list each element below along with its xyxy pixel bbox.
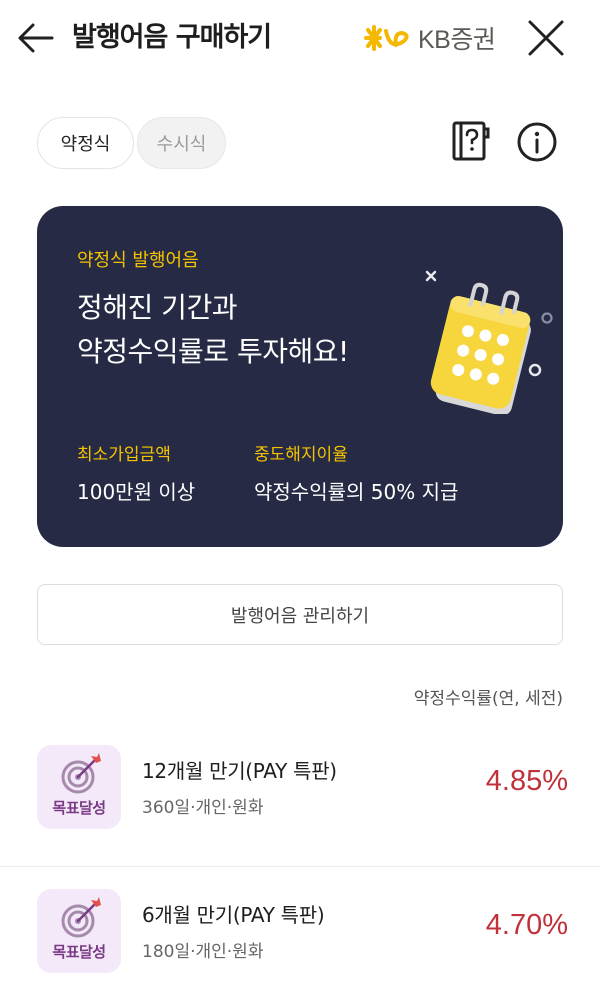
goal-badge: 목표달성: [37, 889, 121, 973]
product-meta: 180일·개인·원화: [142, 942, 264, 962]
manage-notes-button[interactable]: 발행어음 관리하기: [37, 584, 563, 645]
glossary-button[interactable]: [450, 119, 492, 163]
close-icon: [528, 20, 564, 56]
kb-star-icon: [364, 25, 409, 51]
header: 발행어음 구매하기 KB증권: [0, 0, 600, 80]
product-row-6m[interactable]: 목표달성 6개월 만기(PAY 특판) 180일·개인·원화 4.70%: [0, 871, 600, 1000]
product-meta: 360일·개인·원화: [142, 798, 264, 818]
product-info-card: 약정식 발행어음 정해진 기간과 약정수익률로 투자해요! 최소가입금액 100…: [37, 206, 563, 547]
page-title: 발행어음 구매하기: [72, 22, 272, 53]
product-name: 12개월 만기(PAY 특판): [142, 759, 337, 783]
target-icon: [61, 897, 101, 938]
back-button[interactable]: [16, 18, 56, 58]
tab-on-demand[interactable]: 수시식: [137, 117, 226, 169]
brand-name: KB증권: [418, 26, 496, 54]
arrow-left-icon: [18, 23, 54, 53]
goal-badge-label: 목표달성: [52, 943, 106, 961]
card-headline-line1: 정해진 기간과: [77, 291, 237, 324]
card-subtitle: 약정식 발행어음: [77, 250, 199, 271]
goal-badge: 목표달성: [37, 745, 121, 829]
min-amount-label: 최소가입금액: [77, 445, 171, 465]
product-rate: 4.70%: [485, 909, 568, 941]
goal-badge-label: 목표달성: [52, 799, 106, 817]
card-headline: 정해진 기간과 약정수익률로 투자해요!: [77, 286, 349, 374]
info-icon: [517, 122, 557, 162]
product-name: 6개월 만기(PAY 특판): [142, 903, 325, 927]
product-rate: 4.85%: [485, 765, 568, 797]
card-headline-line2: 약정수익률로 투자해요!: [77, 335, 349, 368]
info-button[interactable]: [516, 121, 558, 163]
product-row-12m[interactable]: 목표달성 12개월 만기(PAY 특판) 360일·개인·원화 4.85%: [0, 727, 600, 867]
tab-fixed-term[interactable]: 약정식: [37, 117, 134, 169]
early-termination-label: 중도해지이율: [254, 445, 348, 465]
calendar-icon: [425, 270, 553, 414]
target-icon: [61, 753, 101, 794]
rate-caption: 약정수익률(연, 세전): [413, 689, 563, 709]
early-termination-value: 약정수익률의 50% 지급: [254, 480, 459, 504]
min-amount-value: 100만원 이상: [77, 480, 196, 504]
brand-logo: KB증권: [364, 20, 496, 56]
close-button[interactable]: [526, 18, 566, 58]
glossary-book-icon: [452, 121, 490, 161]
